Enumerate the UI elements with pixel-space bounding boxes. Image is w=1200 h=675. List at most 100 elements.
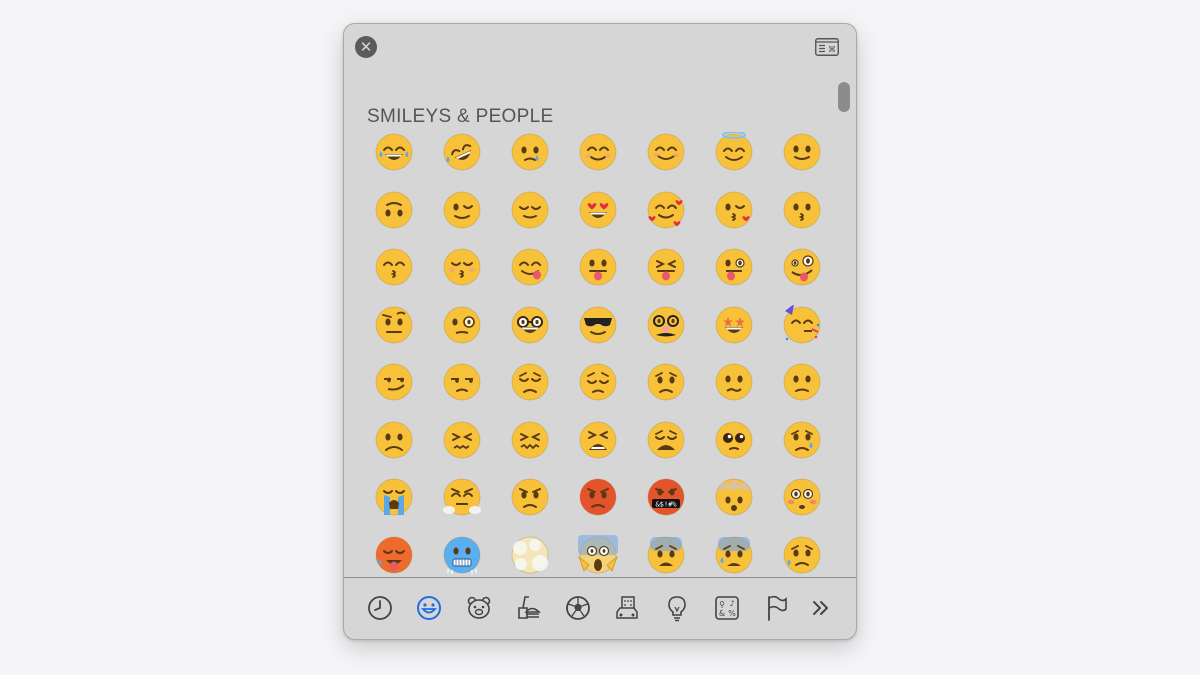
slightly-frowning-face-emoji[interactable] <box>768 362 836 420</box>
face-with-symbols-on-mouth-emoji[interactable]: &$!#% <box>632 477 700 535</box>
face-with-tears-of-joy-emoji[interactable] <box>360 132 428 190</box>
crying-face-emoji[interactable] <box>768 420 836 478</box>
flushed-face-emoji[interactable] <box>768 477 836 535</box>
confused-face-emoji[interactable] <box>700 362 768 420</box>
smiling-face-with-halo-emoji[interactable] <box>700 132 768 190</box>
anxious-face-with-sweat-icon <box>715 536 753 573</box>
persevering-face-icon <box>443 421 481 458</box>
double-chevron-right-icon <box>813 601 828 615</box>
face-with-tears-of-joy-icon <box>375 133 413 171</box>
smirking-face-emoji[interactable] <box>360 362 428 420</box>
squinting-face-with-tongue-icon <box>647 248 685 286</box>
face-blowing-a-kiss-emoji[interactable] <box>700 190 768 248</box>
kissing-face-with-smiling-eyes-emoji[interactable] <box>360 247 428 305</box>
nerd-face-icon <box>511 306 549 343</box>
anxious-face-with-sweat-emoji[interactable] <box>700 535 768 578</box>
fearful-face-emoji[interactable] <box>632 535 700 578</box>
pleading-face-icon <box>715 421 753 458</box>
symbols-icon: ⚲ ♪&% <box>715 596 739 620</box>
close-icon[interactable]: ✕ <box>355 36 377 58</box>
disguised-face-emoji[interactable] <box>632 305 700 363</box>
angry-face-emoji[interactable] <box>496 477 564 535</box>
svg-text:&$!#%: &$!#% <box>655 501 677 509</box>
relieved-face-icon <box>511 191 549 228</box>
kissing-face-icon <box>783 191 821 228</box>
face-with-raised-eyebrow-icon <box>375 306 413 343</box>
smiling-face-with-smiling-eyes-icon <box>647 133 685 171</box>
angry-face-icon <box>511 478 549 516</box>
category-animals-and-nature[interactable] <box>465 594 493 622</box>
category-objects[interactable] <box>663 594 691 622</box>
smiling-face-with-hearts-emoji[interactable] <box>632 190 700 248</box>
smiling-face-with-sunglasses-emoji[interactable] <box>564 305 632 363</box>
sad-but-relieved-face-icon <box>783 536 821 573</box>
confounded-face-emoji[interactable] <box>496 420 564 478</box>
kissing-face-with-closed-eyes-emoji[interactable] <box>428 247 496 305</box>
loudly-crying-face-emoji[interactable] <box>360 477 428 535</box>
face-screaming-in-fear-emoji[interactable] <box>564 534 632 578</box>
weary-face-emoji[interactable] <box>632 420 700 478</box>
svg-text:&: & <box>719 609 725 618</box>
flushed-face-icon <box>783 478 821 516</box>
pleading-face-emoji[interactable] <box>700 420 768 478</box>
car-building-icon <box>616 596 638 619</box>
kissing-face-emoji[interactable] <box>768 190 836 248</box>
face-savoring-food-emoji[interactable] <box>496 247 564 305</box>
exploding-head-emoji[interactable] <box>700 477 768 535</box>
sad-but-relieved-face-emoji[interactable] <box>768 535 836 578</box>
category-frequently-used[interactable] <box>366 594 394 622</box>
rolling-on-floor-laughing-emoji[interactable] <box>428 132 496 190</box>
emoji-picker-panel: ✕ ⌘ SMILEYS & PEOPLE &$!#% ⚲ ♪ &% <box>343 23 857 640</box>
kissing-face-with-closed-eyes-icon <box>443 248 481 286</box>
unamused-face-emoji[interactable] <box>428 362 496 420</box>
zany-face-icon <box>783 248 821 286</box>
star-struck-icon <box>715 306 753 343</box>
pensive-face-emoji[interactable] <box>564 362 632 420</box>
svg-text:⌘: ⌘ <box>828 45 836 54</box>
character-viewer-icon[interactable]: ⌘ <box>815 38 839 56</box>
tired-face-emoji[interactable] <box>564 420 632 478</box>
squinting-face-with-tongue-emoji[interactable] <box>632 247 700 305</box>
zany-face-emoji[interactable] <box>768 247 836 305</box>
frowning-face-emoji[interactable] <box>360 420 428 478</box>
winking-face-with-tongue-emoji[interactable] <box>700 247 768 305</box>
smiling-face-with-heart-eyes-emoji[interactable] <box>564 190 632 248</box>
category-flags[interactable] <box>762 594 790 622</box>
relieved-face-emoji[interactable] <box>496 190 564 248</box>
cold-face-emoji[interactable] <box>428 535 496 578</box>
category-more[interactable] <box>806 594 834 622</box>
upside-down-face-emoji[interactable] <box>360 190 428 248</box>
category-activity[interactable] <box>564 594 592 622</box>
confused-face-icon <box>715 363 753 401</box>
face-with-tongue-icon <box>579 248 617 286</box>
face-with-monocle-icon <box>443 306 481 343</box>
face-in-clouds-emoji[interactable] <box>496 535 564 578</box>
face-with-tongue-emoji[interactable] <box>564 247 632 305</box>
face-screaming-in-fear-icon <box>578 534 618 573</box>
slightly-smiling-face-emoji[interactable] <box>768 132 836 190</box>
face-with-monocle-emoji[interactable] <box>428 305 496 363</box>
face-with-raised-eyebrow-emoji[interactable] <box>360 305 428 363</box>
disappointed-face-icon <box>511 363 549 401</box>
pouting-face-emoji[interactable] <box>564 477 632 535</box>
category-travel-and-places[interactable] <box>613 594 641 622</box>
partying-face-emoji[interactable] <box>768 304 836 363</box>
cold-face-icon <box>443 536 481 574</box>
category-food-and-drink[interactable] <box>514 594 542 622</box>
category-smileys-and-people[interactable] <box>415 594 443 622</box>
smiling-face-with-sunglasses-icon <box>579 306 617 343</box>
hot-face-emoji[interactable] <box>360 535 428 578</box>
star-struck-emoji[interactable] <box>700 305 768 363</box>
face-with-steam-from-nose-emoji[interactable] <box>428 477 496 535</box>
smiling-face-with-heart-eyes-icon <box>579 191 617 228</box>
winking-face-emoji[interactable] <box>428 190 496 248</box>
category-symbols[interactable]: ⚲ ♪ &% <box>713 594 741 622</box>
smiling-face-emoji[interactable] <box>564 132 632 190</box>
nerd-face-emoji[interactable] <box>496 305 564 363</box>
disappointed-face-emoji[interactable] <box>496 362 564 420</box>
worried-face-emoji[interactable] <box>632 362 700 420</box>
smiling-face-with-smiling-eyes-emoji[interactable] <box>632 132 700 190</box>
persevering-face-emoji[interactable] <box>428 420 496 478</box>
face-holding-back-tears-icon <box>511 133 549 171</box>
face-holding-back-tears-emoji[interactable] <box>496 132 564 190</box>
